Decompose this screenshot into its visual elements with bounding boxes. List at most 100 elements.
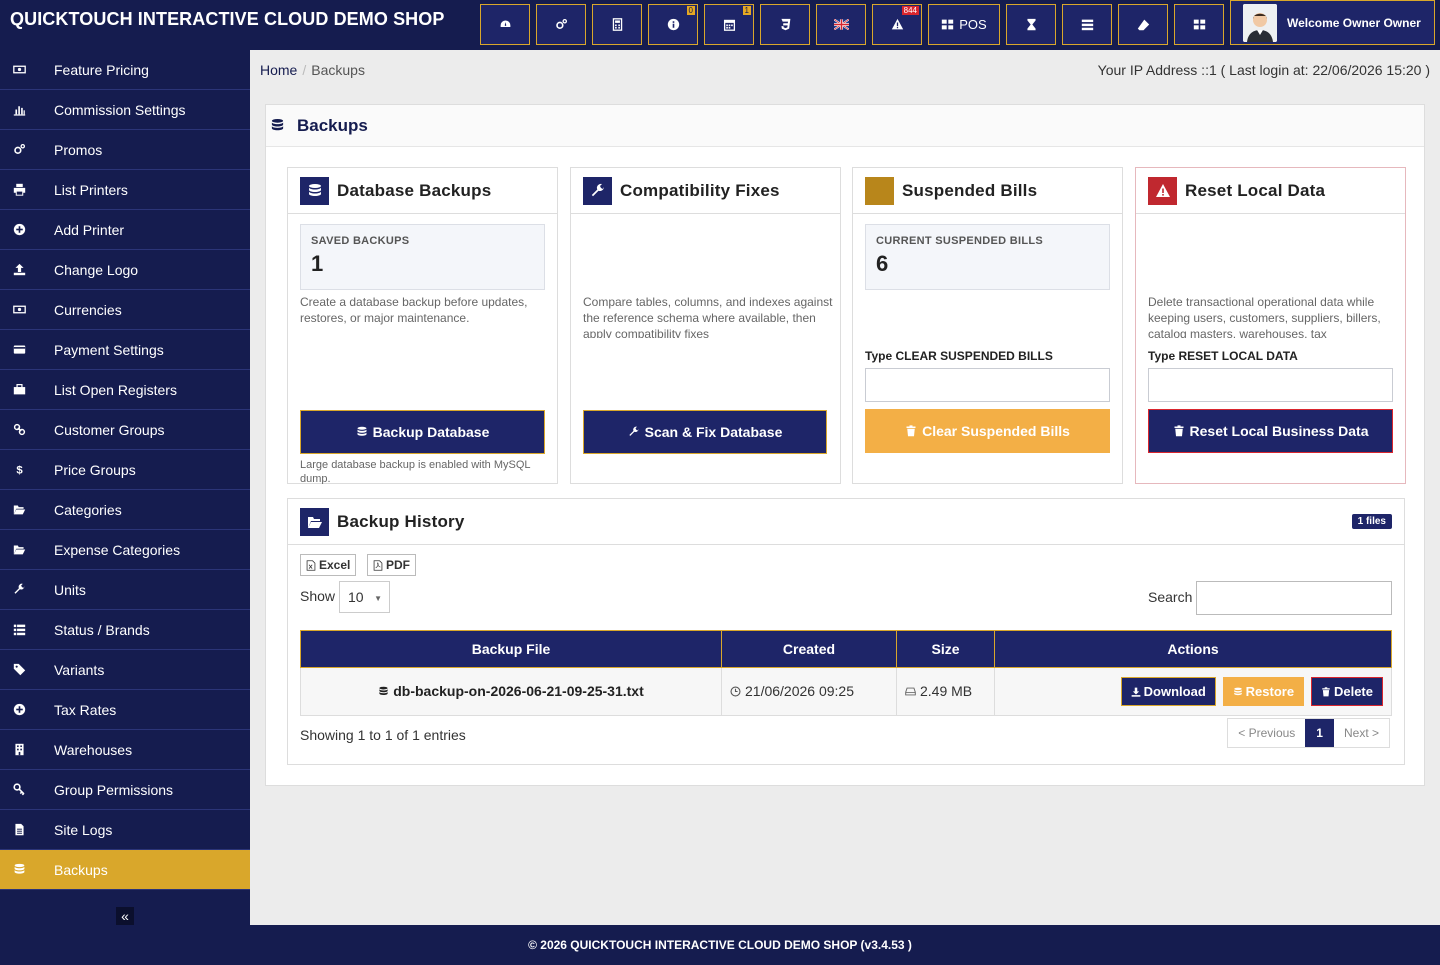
- file-pdf-icon: [373, 559, 386, 571]
- card-header: Backup History 1 files: [288, 499, 1404, 545]
- calculator-button[interactable]: [592, 4, 642, 45]
- restore-button[interactable]: Restore: [1222, 677, 1305, 706]
- backup-database-button[interactable]: Backup Database: [300, 410, 545, 454]
- page-1-button[interactable]: 1: [1305, 719, 1334, 747]
- backups-panel: Backups Database Backups SAVED BACKUPS 1…: [265, 104, 1425, 786]
- button-label: Delete: [1333, 684, 1373, 699]
- sidebar-item-payment-settings[interactable]: Payment Settings: [0, 330, 250, 370]
- tags-icon: [0, 663, 54, 676]
- sidebar-item-site-logs[interactable]: Site Logs: [0, 810, 250, 850]
- svg-text:$: $: [16, 465, 23, 476]
- list-button[interactable]: [1062, 4, 1112, 45]
- sidebar-item-status-brands[interactable]: Status / Brands: [0, 610, 250, 650]
- card-header: Database Backups: [288, 168, 557, 214]
- clear-suspended-confirm-input[interactable]: [865, 368, 1110, 402]
- next-page-button[interactable]: Next >: [1333, 719, 1389, 747]
- backup-history-table: Backup File Created Size Actions db-back…: [300, 630, 1392, 716]
- table-header-row: Backup File Created Size Actions: [300, 630, 1392, 668]
- brand-title[interactable]: QUICKTOUCH INTERACTIVE CLOUD DEMO SHOP: [10, 9, 444, 30]
- theme-button[interactable]: [760, 4, 810, 45]
- sidebar-item-tax-rates[interactable]: Tax Rates: [0, 690, 250, 730]
- panel-header: Backups: [266, 105, 1424, 147]
- sidebar-item-backups[interactable]: Backups: [0, 850, 250, 890]
- search-label: Search: [1148, 589, 1193, 605]
- export-excel-button[interactable]: Excel: [300, 554, 357, 576]
- settings-button[interactable]: [536, 4, 586, 45]
- suspended-bills-stat: CURRENT SUSPENDED BILLS 6: [865, 224, 1110, 290]
- clear-cache-button[interactable]: [1118, 4, 1168, 45]
- sidebar-item-units[interactable]: Units: [0, 570, 250, 610]
- sidebar-collapse-button[interactable]: «: [116, 907, 134, 925]
- sidebar-item-list-printers[interactable]: List Printers: [0, 170, 250, 210]
- reset-local-data-confirm-input[interactable]: [1148, 368, 1393, 402]
- export-pdf-button[interactable]: PDF: [367, 554, 416, 576]
- dashboard-button[interactable]: [480, 4, 530, 45]
- language-button[interactable]: [816, 4, 866, 45]
- stat-label: SAVED BACKUPS: [311, 235, 410, 247]
- hourglass-button[interactable]: [1006, 4, 1056, 45]
- sidebar-item-feature-pricing[interactable]: Feature Pricing: [0, 50, 250, 90]
- card-title: Compatibility Fixes: [620, 180, 780, 200]
- folder-open-icon: [0, 503, 54, 516]
- calendar-count-badge: 1: [742, 6, 751, 15]
- calendar-button[interactable]: 1: [704, 4, 754, 45]
- saved-backups-stat: SAVED BACKUPS 1: [300, 224, 545, 290]
- building-icon: [0, 743, 54, 756]
- sidebar-item-expense-categories[interactable]: Expense Categories: [0, 530, 250, 570]
- column-header-created[interactable]: Created: [721, 630, 897, 668]
- warning-icon: [891, 18, 904, 31]
- sidebar-item-warehouses[interactable]: Warehouses: [0, 730, 250, 770]
- previous-page-button[interactable]: < Previous: [1228, 719, 1306, 747]
- download-icon: [1131, 687, 1144, 697]
- column-header-size[interactable]: Size: [896, 630, 995, 668]
- notification-count-badge: 0: [686, 6, 695, 15]
- link-icon: [0, 423, 54, 436]
- column-header-backup-file[interactable]: Backup File: [300, 630, 722, 668]
- button-label: PDF: [386, 558, 410, 572]
- user-menu-button[interactable]: Welcome Owner Owner: [1230, 0, 1435, 45]
- hdd-icon: [905, 686, 920, 697]
- pos-button[interactable]: POS: [928, 4, 1000, 45]
- notifications-button[interactable]: 0: [648, 4, 698, 45]
- sidebar-item-currencies[interactable]: Currencies: [0, 290, 250, 330]
- apps-button[interactable]: [1174, 4, 1224, 45]
- trash-icon: [1173, 425, 1190, 437]
- sidebar-item-commission-settings[interactable]: Commission Settings: [0, 90, 250, 130]
- button-label: Excel: [319, 558, 351, 572]
- sidebar-item-categories[interactable]: Categories: [0, 490, 250, 530]
- reset-local-business-data-button[interactable]: Reset Local Business Data: [1148, 409, 1393, 453]
- footer: © 2026 QUICKTOUCH INTERACTIVE CLOUD DEMO…: [0, 925, 1440, 965]
- alerts-button[interactable]: 844: [872, 4, 922, 45]
- sidebar-item-customer-groups[interactable]: Customer Groups: [0, 410, 250, 450]
- button-label: Download: [1143, 684, 1206, 699]
- sidebar-item-add-printer[interactable]: Add Printer: [0, 210, 250, 250]
- search-input[interactable]: [1196, 581, 1392, 615]
- reset-local-data-card: Reset Local Data Delete transactional op…: [1135, 167, 1406, 484]
- database-icon: [1233, 687, 1246, 697]
- download-button[interactable]: Download: [1120, 677, 1216, 706]
- backup-file-name: db-backup-on-2026-06-21-09-25-31.txt: [393, 683, 644, 700]
- delete-button[interactable]: Delete: [1310, 677, 1383, 706]
- money-icon: [0, 63, 54, 76]
- breadcrumb-home-link[interactable]: Home: [260, 62, 297, 78]
- avatar: [1243, 3, 1277, 42]
- sidebar-item-label: Backups: [54, 861, 108, 878]
- grid-icon: [1193, 18, 1206, 31]
- sidebar-item-change-logo[interactable]: Change Logo: [0, 250, 250, 290]
- sidebar-item-label: Promos: [54, 141, 103, 158]
- sidebar-item-label: Status / Brands: [54, 621, 150, 638]
- sidebar-item-promos[interactable]: Promos: [0, 130, 250, 170]
- pos-grid-icon: [941, 18, 954, 31]
- sidebar-item-variants[interactable]: Variants: [0, 650, 250, 690]
- calculator-icon: [611, 18, 624, 31]
- clear-suspended-bills-button[interactable]: Clear Suspended Bills: [865, 409, 1110, 453]
- sidebar-item-group-permissions[interactable]: Group Permissions: [0, 770, 250, 810]
- page-size-select[interactable]: 10 ▼: [339, 581, 390, 613]
- sidebar-item-label: Change Logo: [54, 261, 139, 278]
- button-label: Restore: [1245, 684, 1295, 699]
- sidebar-item-label: Commission Settings: [54, 101, 186, 118]
- sidebar-item-label: Group Permissions: [54, 781, 174, 798]
- scan-fix-database-button[interactable]: Scan & Fix Database: [583, 410, 827, 454]
- sidebar-item-list-open-registers[interactable]: List Open Registers: [0, 370, 250, 410]
- sidebar-item-price-groups[interactable]: $ Price Groups: [0, 450, 250, 490]
